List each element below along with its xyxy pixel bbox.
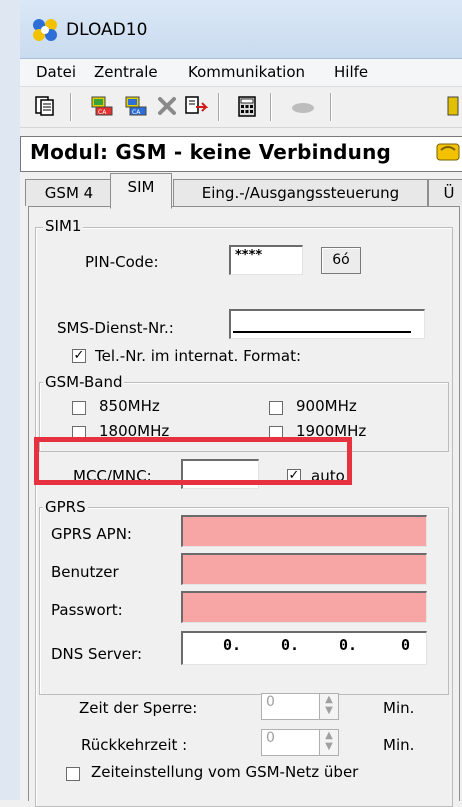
phone-icon[interactable] bbox=[444, 95, 462, 119]
gprs-password-input[interactable] bbox=[181, 591, 427, 623]
menu-datei[interactable]: Datei bbox=[36, 63, 76, 81]
band-900-label: 900MHz bbox=[296, 397, 357, 415]
background-window-strip bbox=[0, 0, 21, 800]
gprs-group-label: GPRS bbox=[43, 498, 88, 516]
sim-tab-panel: SIM1 PIN-Code: **** 6ó SMS-Dienst-Nr.: ✓… bbox=[28, 206, 460, 807]
module-write-icon[interactable]: CA bbox=[124, 95, 150, 119]
intl-format-checkbox[interactable]: ✓ bbox=[72, 349, 86, 363]
module-status-text: Modul: GSM - keine Verbindung bbox=[30, 140, 392, 164]
tab-more[interactable]: Ü bbox=[428, 179, 462, 206]
app-logo-icon bbox=[31, 18, 59, 42]
lock-time-value: 0 bbox=[266, 694, 275, 710]
toolbar: CA CA bbox=[20, 87, 462, 128]
module-read-icon[interactable]: CA bbox=[90, 95, 116, 119]
window-title: DLOAD10 bbox=[66, 20, 148, 40]
return-time-value: 0 bbox=[266, 730, 275, 746]
tab-sim[interactable]: SIM bbox=[110, 173, 172, 209]
svg-text:CA: CA bbox=[132, 109, 141, 116]
copy-icon[interactable] bbox=[34, 95, 60, 119]
band-850-label: 850MHz bbox=[99, 397, 160, 415]
disabled-icon bbox=[290, 95, 316, 119]
menu-kommunikation[interactable]: Kommunikation bbox=[188, 63, 305, 81]
toolbar-separator bbox=[70, 93, 72, 121]
return-time-spinner[interactable]: 0 ▲ ▼ bbox=[261, 729, 339, 756]
toolbar-separator bbox=[270, 93, 272, 121]
dns-server-label: DNS Server: bbox=[51, 645, 143, 663]
menu-bar: Datei Zentrale Kommunikation Hilfe bbox=[20, 59, 462, 87]
gprs-password-label: Passwort: bbox=[51, 601, 123, 619]
highlight-annotation-box bbox=[34, 437, 352, 485]
export-icon[interactable] bbox=[184, 95, 210, 119]
pin-code-input[interactable]: **** bbox=[229, 245, 303, 275]
gprs-user-label: Benutzer bbox=[51, 563, 119, 581]
module-phone-icon[interactable] bbox=[436, 140, 462, 164]
lock-time-label: Zeit der Sperre: bbox=[79, 699, 198, 717]
sms-service-input[interactable] bbox=[229, 309, 425, 339]
svg-text:CA: CA bbox=[98, 109, 107, 116]
tab-io-control[interactable]: Eing.-/Ausgangssteuerung bbox=[173, 179, 428, 206]
lock-time-spinner[interactable]: 0 ▲ ▼ bbox=[261, 693, 339, 720]
return-time-unit: Min. bbox=[383, 736, 415, 754]
lock-time-unit: Min. bbox=[383, 699, 415, 717]
gprs-user-input[interactable] bbox=[181, 553, 427, 585]
show-pin-button[interactable]: 6ó bbox=[321, 247, 361, 274]
return-time-label: Rückkehrzeit : bbox=[81, 736, 188, 754]
gprs-apn-label: GPRS APN: bbox=[51, 525, 132, 543]
gsm-time-label: Zeiteinstellung vom GSM-Netz über bbox=[91, 763, 359, 781]
gprs-apn-input[interactable] bbox=[181, 515, 427, 547]
band-900-checkbox[interactable] bbox=[269, 401, 283, 415]
dns-octet-1: 0. bbox=[223, 636, 242, 654]
sms-service-label: SMS-Dienst-Nr.: bbox=[57, 319, 174, 337]
menu-zentrale[interactable]: Zentrale bbox=[94, 63, 158, 81]
menu-hilfe[interactable]: Hilfe bbox=[334, 63, 368, 81]
tab-strip: GSM 4 SIM Eing.-/Ausgangssteuerung Ü bbox=[20, 173, 462, 209]
spinner-arrows-icon[interactable]: ▲ ▼ bbox=[319, 694, 338, 719]
toolbar-separator bbox=[330, 93, 332, 121]
delete-icon[interactable] bbox=[156, 95, 182, 119]
dns-server-input[interactable]: 0. 0. 0. 0 bbox=[181, 631, 427, 665]
dns-octet-3: 0. bbox=[339, 636, 358, 654]
gsm-band-group-label: GSM-Band bbox=[43, 373, 125, 391]
dns-octet-2: 0. bbox=[281, 636, 300, 654]
pin-code-label: PIN-Code: bbox=[85, 253, 159, 271]
band-850-checkbox[interactable] bbox=[72, 401, 86, 415]
dns-octet-4: 0 bbox=[401, 636, 411, 654]
spinner-arrows-icon[interactable]: ▲ ▼ bbox=[319, 730, 338, 755]
sim1-group-label: SIM1 bbox=[43, 217, 84, 235]
calculator-icon[interactable] bbox=[236, 95, 262, 119]
tab-gsm4[interactable]: GSM 4 bbox=[25, 179, 113, 206]
sms-input-underline bbox=[233, 331, 411, 333]
gsm-time-checkbox[interactable] bbox=[66, 767, 80, 781]
toolbar-separator bbox=[218, 93, 220, 121]
intl-format-label: Tel.-Nr. im internat. Format: bbox=[95, 347, 302, 365]
